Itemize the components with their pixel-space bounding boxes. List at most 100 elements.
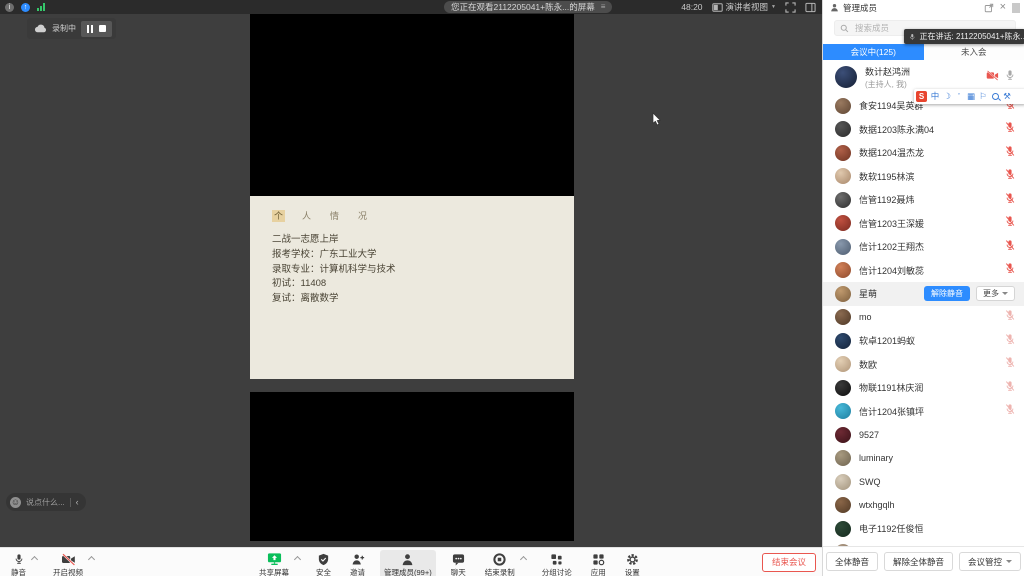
card-tab: 个 bbox=[272, 210, 285, 222]
chevron-up-icon[interactable] bbox=[294, 556, 301, 563]
participant-status: 解除静音更多 bbox=[924, 286, 1024, 301]
mic-muted-icon[interactable] bbox=[1005, 120, 1015, 138]
toolbar-settings-button[interactable]: 设置 bbox=[621, 550, 644, 576]
toolbox-icon[interactable]: ⚒ bbox=[1001, 89, 1013, 104]
participant-row[interactable]: 数据1204温杰龙 bbox=[823, 141, 1024, 165]
footer-button[interactable]: 全体静音 bbox=[826, 552, 878, 571]
recording-controls bbox=[81, 21, 112, 37]
toolbar-invite-button[interactable]: 邀请 bbox=[346, 550, 369, 576]
participant-row[interactable]: SWQ bbox=[823, 470, 1024, 494]
top-bar: i ↑ 您正在观看2112205041+陈永...的屏幕 ≡ 48:20 演讲者… bbox=[0, 0, 822, 14]
half-moon-icon[interactable]: ☽ bbox=[941, 89, 953, 104]
mic-muted-icon[interactable] bbox=[1005, 355, 1015, 373]
toolbar-chat-button[interactable]: 聊天 bbox=[447, 550, 470, 576]
collapse-arrow-icon[interactable]: ‹ bbox=[76, 498, 79, 507]
toolbar-center: 共享屏幕安全邀请管理成员(99+) 聊天结束录制分组讨论应用设置 bbox=[255, 550, 644, 576]
chat-placeholder[interactable]: 说点什么... bbox=[26, 497, 65, 508]
participant-row[interactable]: 数欧 bbox=[823, 353, 1024, 377]
toolbar-breakout-button[interactable]: 分组讨论 bbox=[538, 550, 576, 576]
search-icon[interactable] bbox=[989, 89, 1001, 104]
toolbar-members-button[interactable]: 管理成员(99+) bbox=[380, 550, 436, 576]
mic-icon[interactable] bbox=[1005, 68, 1015, 86]
mic-muted-icon[interactable] bbox=[1005, 261, 1015, 279]
participant-row[interactable]: luminary bbox=[823, 447, 1024, 471]
footer-meeting-control-button[interactable]: 会议管控 bbox=[959, 552, 1021, 571]
tab-not-joined[interactable]: 未入会 bbox=[924, 44, 1024, 60]
participant-name-block: mo bbox=[859, 312, 872, 322]
quick-chat-bubble[interactable]: ☺ 说点什么... ‹ bbox=[6, 493, 86, 511]
mic-muted-icon[interactable] bbox=[1005, 214, 1015, 232]
participant-row[interactable]: mo bbox=[823, 306, 1024, 330]
toolbar-apps-button[interactable]: 应用 bbox=[587, 550, 610, 576]
chevron-up-icon[interactable] bbox=[88, 556, 95, 563]
chevron-up-icon[interactable] bbox=[520, 556, 527, 563]
participant-row[interactable]: 数软1195林滨 bbox=[823, 165, 1024, 189]
breakout-icon bbox=[550, 552, 563, 566]
layout-panel-icon[interactable] bbox=[805, 2, 816, 13]
toolbar-button-label: 开启视频 bbox=[53, 567, 83, 576]
pause-recording-button[interactable] bbox=[87, 25, 93, 33]
participant-row[interactable]: 信管1203王深媛 bbox=[823, 212, 1024, 236]
chevron-down-icon bbox=[1006, 560, 1012, 563]
camera-off-icon[interactable] bbox=[986, 68, 999, 86]
close-icon[interactable]: × bbox=[1000, 2, 1006, 13]
meeting-timer: 48:20 bbox=[681, 2, 702, 12]
shared-screen-upper bbox=[250, 14, 574, 196]
popout-icon[interactable] bbox=[984, 3, 994, 13]
more-button[interactable]: 更多 bbox=[976, 286, 1015, 301]
mic-muted-icon[interactable] bbox=[1005, 144, 1015, 162]
mic-muted-icon[interactable] bbox=[1005, 167, 1015, 185]
update-icon[interactable]: ↑ bbox=[21, 3, 30, 12]
participant-row[interactable]: 信计1204张镇坪 bbox=[823, 400, 1024, 424]
mic-muted-icon[interactable] bbox=[1005, 332, 1015, 350]
cn-mode-icon[interactable]: 中 bbox=[929, 89, 941, 104]
toolbar-camera-off-button[interactable]: 开启视频 bbox=[49, 550, 87, 576]
meeting-window: i ↑ 您正在观看2112205041+陈永...的屏幕 ≡ 48:20 演讲者… bbox=[0, 0, 1024, 576]
tab-in-meeting[interactable]: 会议中(125) bbox=[823, 44, 924, 60]
toolbar-mic-button[interactable]: 静音 bbox=[7, 550, 30, 576]
ime-logo[interactable]: S bbox=[916, 91, 927, 102]
stop-recording-button[interactable] bbox=[99, 25, 106, 32]
toolbar-stop-record-button[interactable]: 结束录制 bbox=[481, 550, 519, 576]
panel-scrollbar-thumb[interactable] bbox=[1012, 3, 1020, 13]
mic-muted-icon[interactable] bbox=[1005, 308, 1015, 326]
unmute-button[interactable]: 解除静音 bbox=[924, 286, 970, 301]
punctuation-icon[interactable]: ’ bbox=[953, 89, 965, 104]
participant-row[interactable]: 星萌解除静音更多 bbox=[823, 282, 1024, 306]
participant-row[interactable]: 物联1191林庆润 bbox=[823, 376, 1024, 400]
ime-toolbar[interactable]: S 中☽’▦⚐ ⚒ bbox=[914, 89, 1024, 104]
toolbar-screen-share-button[interactable]: 共享屏幕 bbox=[255, 550, 293, 576]
mic-muted-icon[interactable] bbox=[1005, 238, 1015, 256]
participant-status bbox=[1005, 261, 1024, 279]
emoji-icon[interactable]: ☺ bbox=[10, 497, 21, 508]
watching-banner[interactable]: 您正在观看2112205041+陈永...的屏幕 ≡ bbox=[444, 1, 612, 13]
participant-status bbox=[1005, 332, 1024, 350]
fullscreen-icon[interactable] bbox=[785, 2, 796, 13]
toolbar-shield-button[interactable]: 安全 bbox=[312, 550, 335, 576]
info-icon[interactable]: i bbox=[5, 3, 14, 12]
invite-icon bbox=[351, 552, 365, 566]
participant-row[interactable]: 信计1202王翔杰 bbox=[823, 235, 1024, 259]
chevron-up-icon[interactable] bbox=[31, 556, 38, 563]
participant-row[interactable]: 数据1203陈永满04 bbox=[823, 118, 1024, 142]
participant-name: mo bbox=[859, 312, 872, 322]
participant-name: 数计赵鸿洲 bbox=[865, 65, 910, 78]
panel-tabs: 会议中(125) 未入会 bbox=[823, 44, 1024, 60]
participant-name: 软卓1201蚂蚁 bbox=[859, 334, 915, 347]
footer-button[interactable]: 解除全体静音 bbox=[884, 552, 953, 571]
participant-row[interactable]: wtxhgqlh bbox=[823, 494, 1024, 518]
participant-row[interactable]: 电子1192任俊恒 bbox=[823, 517, 1024, 541]
participant-row[interactable]: 信管1192聂炜 bbox=[823, 188, 1024, 212]
soft-keyboard-icon[interactable]: ▦ bbox=[965, 89, 977, 104]
banner-menu-icon[interactable]: ≡ bbox=[601, 3, 606, 11]
end-meeting-button[interactable]: 结束会议 bbox=[762, 553, 816, 572]
participant-row[interactable]: 信计1204刘敏蕊 bbox=[823, 259, 1024, 283]
participant-row[interactable]: 9527 bbox=[823, 423, 1024, 447]
view-mode-dropdown[interactable]: 演讲者视图 ▼ bbox=[712, 1, 776, 13]
mic-muted-icon[interactable] bbox=[1005, 402, 1015, 420]
mic-muted-icon[interactable] bbox=[1005, 379, 1015, 397]
participant-row[interactable]: 软卓1201蚂蚁 bbox=[823, 329, 1024, 353]
avatar bbox=[835, 333, 851, 349]
mic-muted-icon[interactable] bbox=[1005, 191, 1015, 209]
skin-icon[interactable]: ⚐ bbox=[977, 89, 989, 104]
